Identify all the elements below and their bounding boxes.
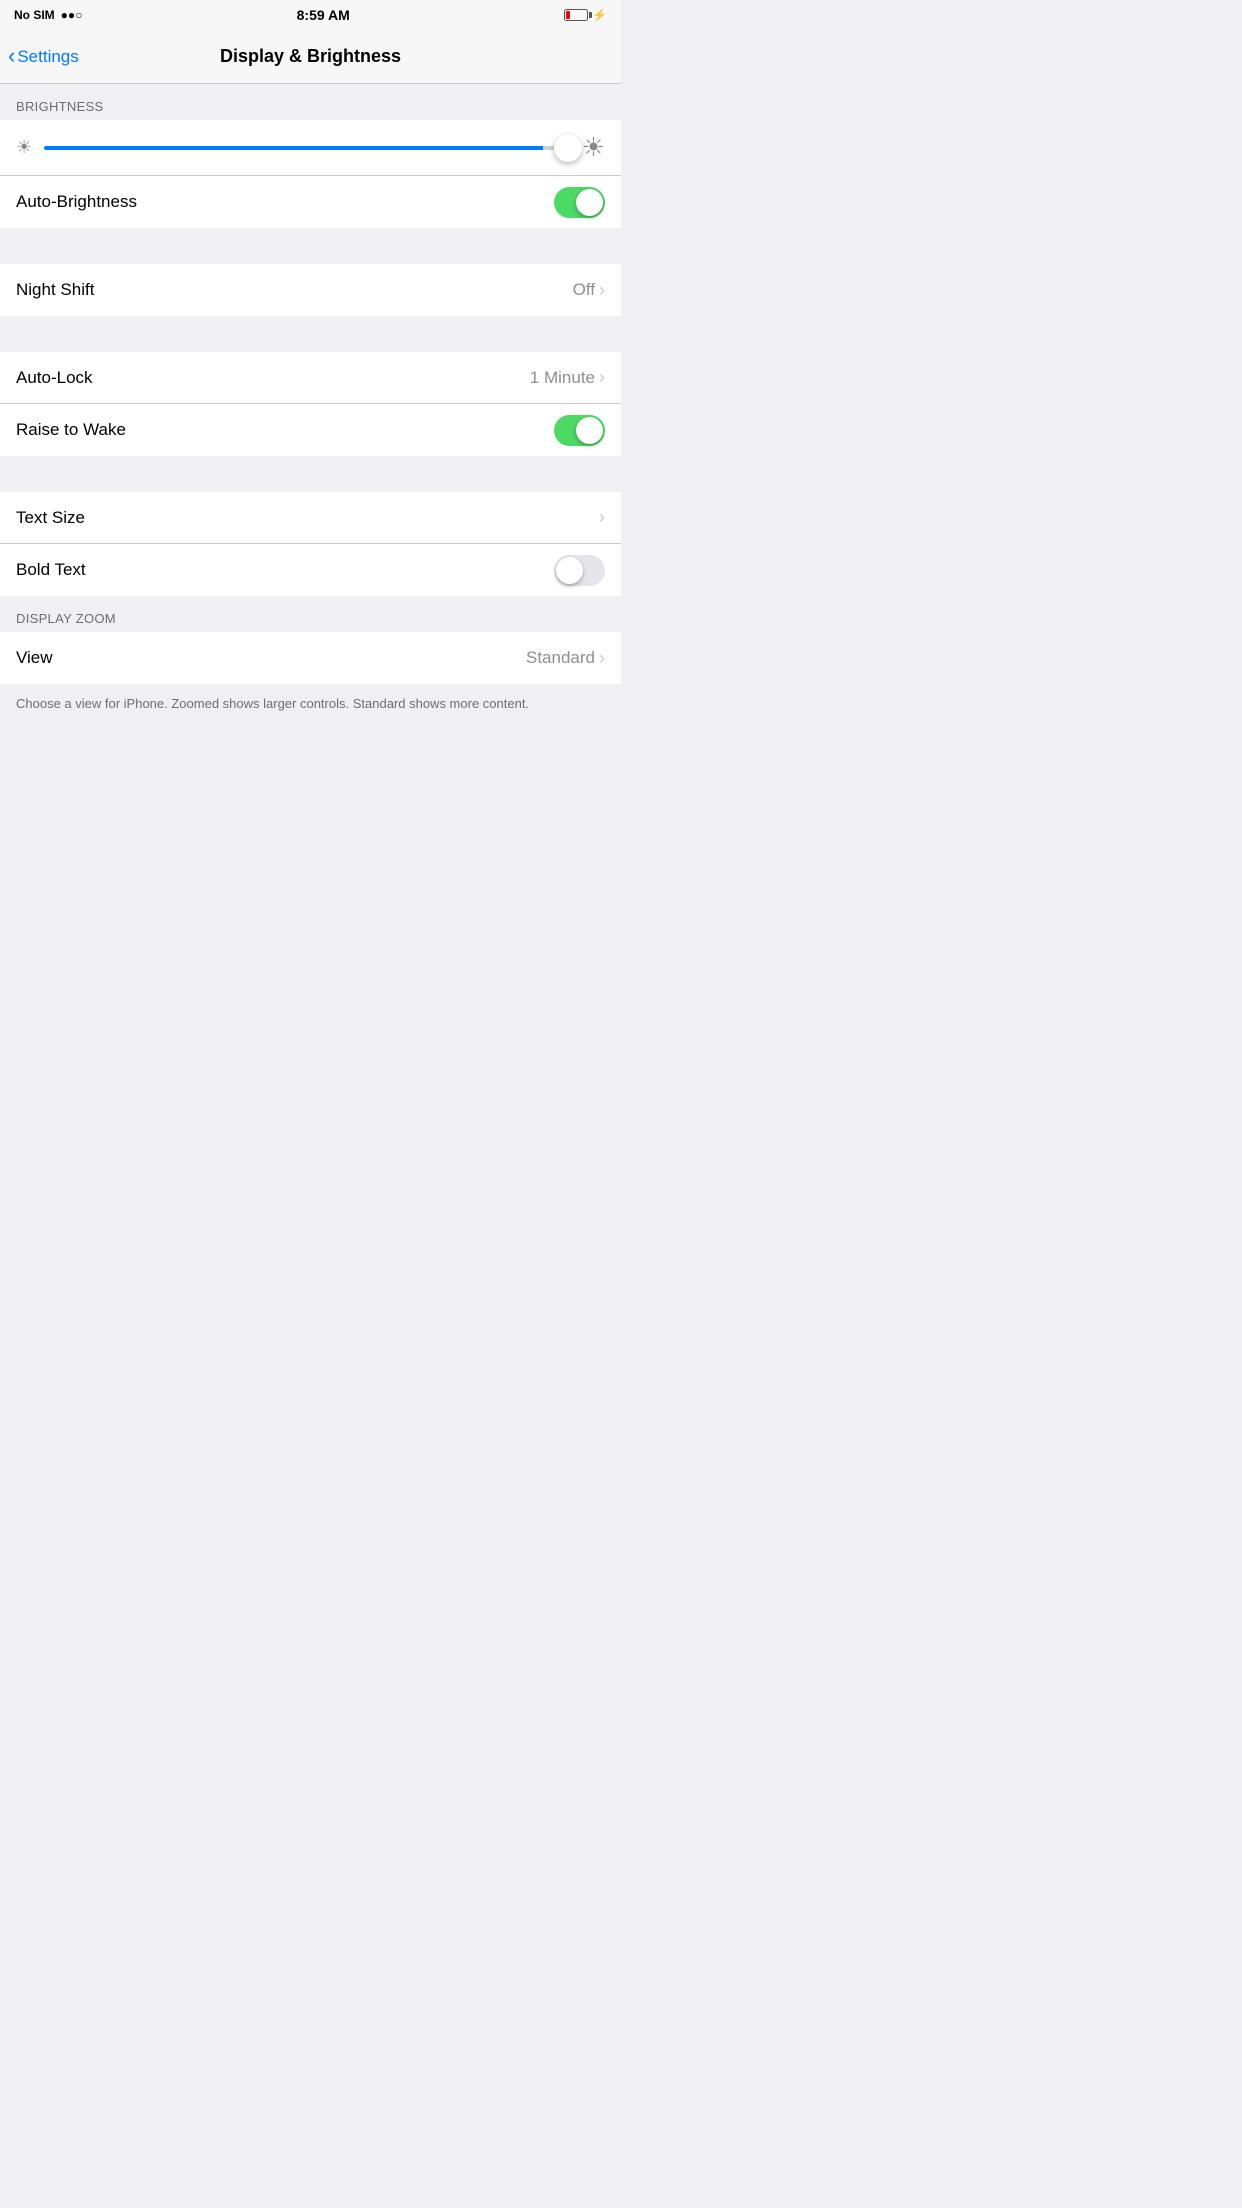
view-chevron-icon: ›	[599, 648, 605, 669]
status-time: 8:59 AM	[297, 7, 350, 23]
back-label: Settings	[17, 47, 78, 67]
night-shift-value: Off	[573, 280, 595, 300]
auto-lock-label: Auto-Lock	[16, 368, 93, 388]
night-shift-value-group: Off ›	[573, 280, 605, 301]
auto-lock-value: 1 Minute	[530, 368, 595, 388]
text-size-label: Text Size	[16, 508, 85, 528]
auto-lock-value-group: 1 Minute ›	[530, 367, 605, 388]
auto-lock-chevron-icon: ›	[599, 367, 605, 388]
display-zoom-footer-text: Choose a view for iPhone. Zoomed shows l…	[16, 696, 529, 711]
raise-to-wake-row: Raise to Wake	[0, 404, 621, 456]
raise-to-wake-toggle[interactable]	[554, 415, 605, 446]
slider-thumb[interactable]	[554, 134, 582, 162]
text-card: Text Size › Bold Text	[0, 492, 621, 596]
bold-text-row: Bold Text	[0, 544, 621, 596]
raise-to-wake-toggle-knob	[576, 417, 603, 444]
brightness-card: ☀ ☀ Auto-Brightness	[0, 120, 621, 228]
brightness-section-label: BRIGHTNESS	[16, 99, 104, 114]
nav-bar: ‹ Settings Display & Brightness	[0, 30, 621, 84]
status-bar: No SIM ●●○ 8:59 AM ⚡	[0, 0, 621, 30]
auto-brightness-toggle-knob	[576, 189, 603, 216]
carrier-label: No SIM	[14, 8, 55, 22]
gap-after-night-shift	[0, 316, 621, 352]
night-shift-chevron-icon: ›	[599, 280, 605, 301]
sun-small-icon: ☀	[16, 137, 32, 158]
brightness-slider[interactable]	[44, 146, 570, 150]
night-shift-row[interactable]: Night Shift Off ›	[0, 264, 621, 316]
auto-brightness-toggle[interactable]	[554, 187, 605, 218]
night-shift-card: Night Shift Off ›	[0, 264, 621, 316]
wifi-icon: ●●○	[61, 8, 83, 22]
view-value: Standard	[526, 648, 595, 668]
text-size-chevron-icon: ›	[599, 507, 605, 528]
bold-text-toggle-knob	[556, 557, 583, 584]
brightness-slider-row: ☀ ☀	[0, 120, 621, 176]
lock-wake-card: Auto-Lock 1 Minute › Raise to Wake	[0, 352, 621, 456]
view-value-group: Standard ›	[526, 648, 605, 669]
charging-bolt-icon: ⚡	[592, 8, 607, 22]
display-zoom-card: View Standard ›	[0, 632, 621, 684]
bold-text-label: Bold Text	[16, 560, 86, 580]
auto-lock-row[interactable]: Auto-Lock 1 Minute ›	[0, 352, 621, 404]
display-zoom-section-header: DISPLAY ZOOM	[0, 596, 621, 632]
back-button[interactable]: ‹ Settings	[8, 47, 79, 67]
view-row[interactable]: View Standard ›	[0, 632, 621, 684]
sun-large-icon: ☀	[582, 132, 605, 163]
battery-fill	[566, 11, 570, 19]
auto-brightness-label: Auto-Brightness	[16, 192, 137, 212]
display-zoom-section-label: DISPLAY ZOOM	[16, 611, 116, 626]
raise-to-wake-label: Raise to Wake	[16, 420, 126, 440]
display-zoom-footer: Choose a view for iPhone. Zoomed shows l…	[0, 684, 621, 734]
gap-after-brightness	[0, 228, 621, 264]
view-label: View	[16, 648, 53, 668]
gap-after-wake	[0, 456, 621, 492]
page-title: Display & Brightness	[220, 46, 401, 67]
battery-icon	[564, 9, 588, 21]
status-right: ⚡	[564, 8, 607, 22]
night-shift-label: Night Shift	[16, 280, 94, 300]
status-left: No SIM ●●○	[14, 8, 82, 22]
auto-brightness-row: Auto-Brightness	[0, 176, 621, 228]
text-size-value-group: ›	[599, 507, 605, 528]
bold-text-toggle[interactable]	[554, 555, 605, 586]
back-chevron-icon: ‹	[8, 45, 15, 67]
text-size-row[interactable]: Text Size ›	[0, 492, 621, 544]
brightness-section-header: BRIGHTNESS	[0, 84, 621, 120]
